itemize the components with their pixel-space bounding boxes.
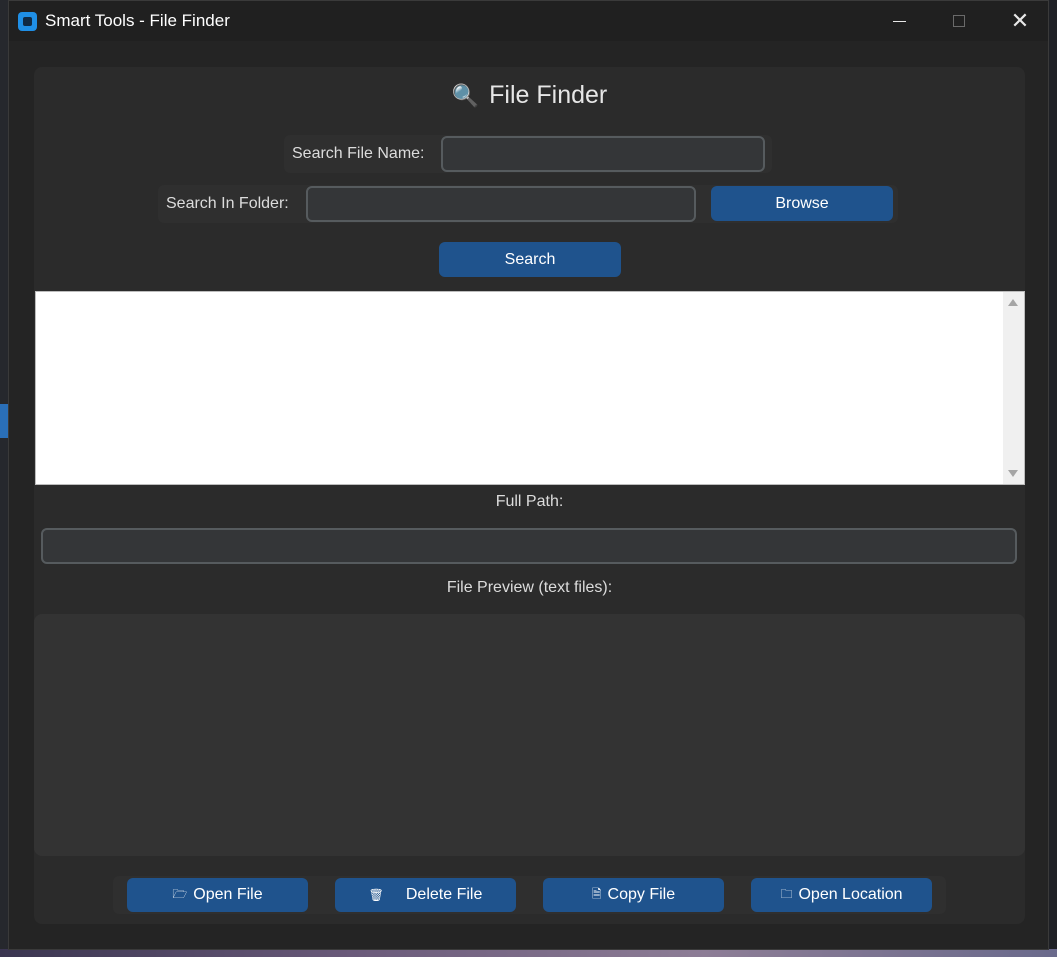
open-location-button[interactable]: 🗀 Open Location [751, 878, 932, 912]
folder-label: Search In Folder: [166, 195, 289, 212]
minimize-icon [892, 20, 906, 22]
copy-file-button[interactable]: 🗎 Copy File [543, 878, 724, 912]
scroll-up-icon[interactable] [1008, 299, 1018, 306]
close-button[interactable]: ✕ [997, 1, 1043, 41]
app-icon [18, 12, 37, 31]
full-path-field[interactable] [41, 528, 1017, 564]
maximize-icon [953, 15, 965, 27]
background-selection [0, 404, 8, 438]
delete-file-label: Delete File [405, 886, 483, 903]
copy-file-label: Copy File [607, 886, 676, 903]
preview-label: File Preview (text files): [446, 579, 613, 596]
maximize-button[interactable] [936, 1, 982, 41]
magnifier-icon: 🔍 [451, 83, 480, 108]
background-window-fragment-right [1049, 0, 1057, 957]
file-name-input[interactable] [441, 136, 765, 172]
file-name-label: Search File Name: [292, 145, 425, 162]
open-location-label: Open Location [798, 886, 903, 903]
results-scrollbar[interactable] [1003, 292, 1024, 484]
app-window: Smart Tools - File Finder ✕ 🔍 File Finder… [8, 0, 1049, 950]
minimize-button[interactable] [876, 1, 922, 41]
page-title-text: File Finder [489, 81, 608, 109]
search-button[interactable]: Search [439, 242, 621, 277]
desktop-wallpaper [0, 949, 1057, 957]
document-icon: 🗎 [591, 886, 602, 901]
open-file-button[interactable]: 🗁 Open File [127, 878, 308, 912]
folder-open-icon: 🗁 [172, 886, 188, 901]
browse-button[interactable]: Browse [711, 186, 893, 221]
window-title: Smart Tools - File Finder [45, 11, 230, 30]
page-title: 🔍 File Finder [9, 81, 1050, 110]
delete-file-button[interactable]: 🗑 Delete File [335, 878, 516, 912]
title-bar[interactable]: Smart Tools - File Finder ✕ [9, 1, 1048, 41]
full-path-label: Full Path: [495, 493, 564, 510]
trash-icon: 🗑 [368, 888, 384, 902]
open-file-label: Open File [193, 886, 263, 903]
file-preview-textbox[interactable] [34, 614, 1025, 856]
background-window-fragment [0, 0, 8, 957]
scroll-down-icon[interactable] [1008, 470, 1018, 477]
results-listbox[interactable] [35, 291, 1025, 485]
folder-input[interactable] [306, 186, 696, 222]
close-icon: ✕ [1010, 8, 1030, 34]
folder-icon: 🗀 [780, 886, 793, 901]
